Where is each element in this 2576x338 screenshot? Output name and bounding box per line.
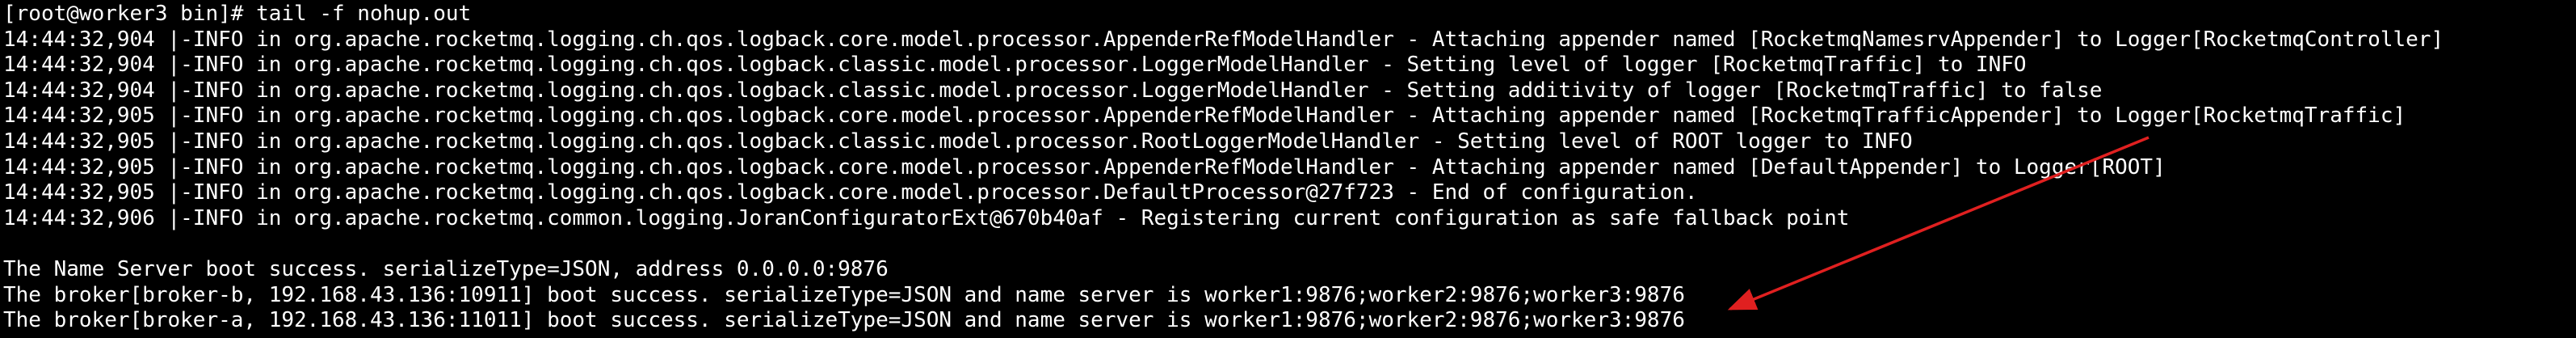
- terminal-line-nameserver-status: The Name Server boot success. serializeT…: [3, 256, 889, 281]
- terminal-line-broker-a-status: The broker[broker-a, 192.168.43.136:1101…: [3, 308, 1685, 333]
- terminal-line-prompt: [root@worker3 bin]# tail -f nohup.out: [3, 2, 472, 26]
- terminal-line: 14:44:32,905 |-INFO in org.apache.rocket…: [3, 104, 2406, 129]
- terminal-window[interactable]: [root@worker3 bin]# tail -f nohup.out 14…: [0, 0, 2576, 338]
- terminal-line: 14:44:32,904 |-INFO in org.apache.rocket…: [3, 27, 2444, 52]
- terminal-line: 14:44:32,905 |-INFO in org.apache.rocket…: [3, 180, 1698, 205]
- terminal-line: 14:44:32,906 |-INFO in org.apache.rocket…: [3, 205, 1850, 230]
- terminal-line: 14:44:32,905 |-INFO in org.apache.rocket…: [3, 129, 1913, 154]
- terminal-line: 14:44:32,904 |-INFO in org.apache.rocket…: [3, 78, 2103, 103]
- terminal-line: 14:44:32,904 |-INFO in org.apache.rocket…: [3, 53, 2027, 78]
- terminal-line-broker-b-status: The broker[broker-b, 192.168.43.136:1091…: [3, 282, 1685, 307]
- terminal-line: 14:44:32,905 |-INFO in org.apache.rocket…: [3, 154, 2166, 180]
